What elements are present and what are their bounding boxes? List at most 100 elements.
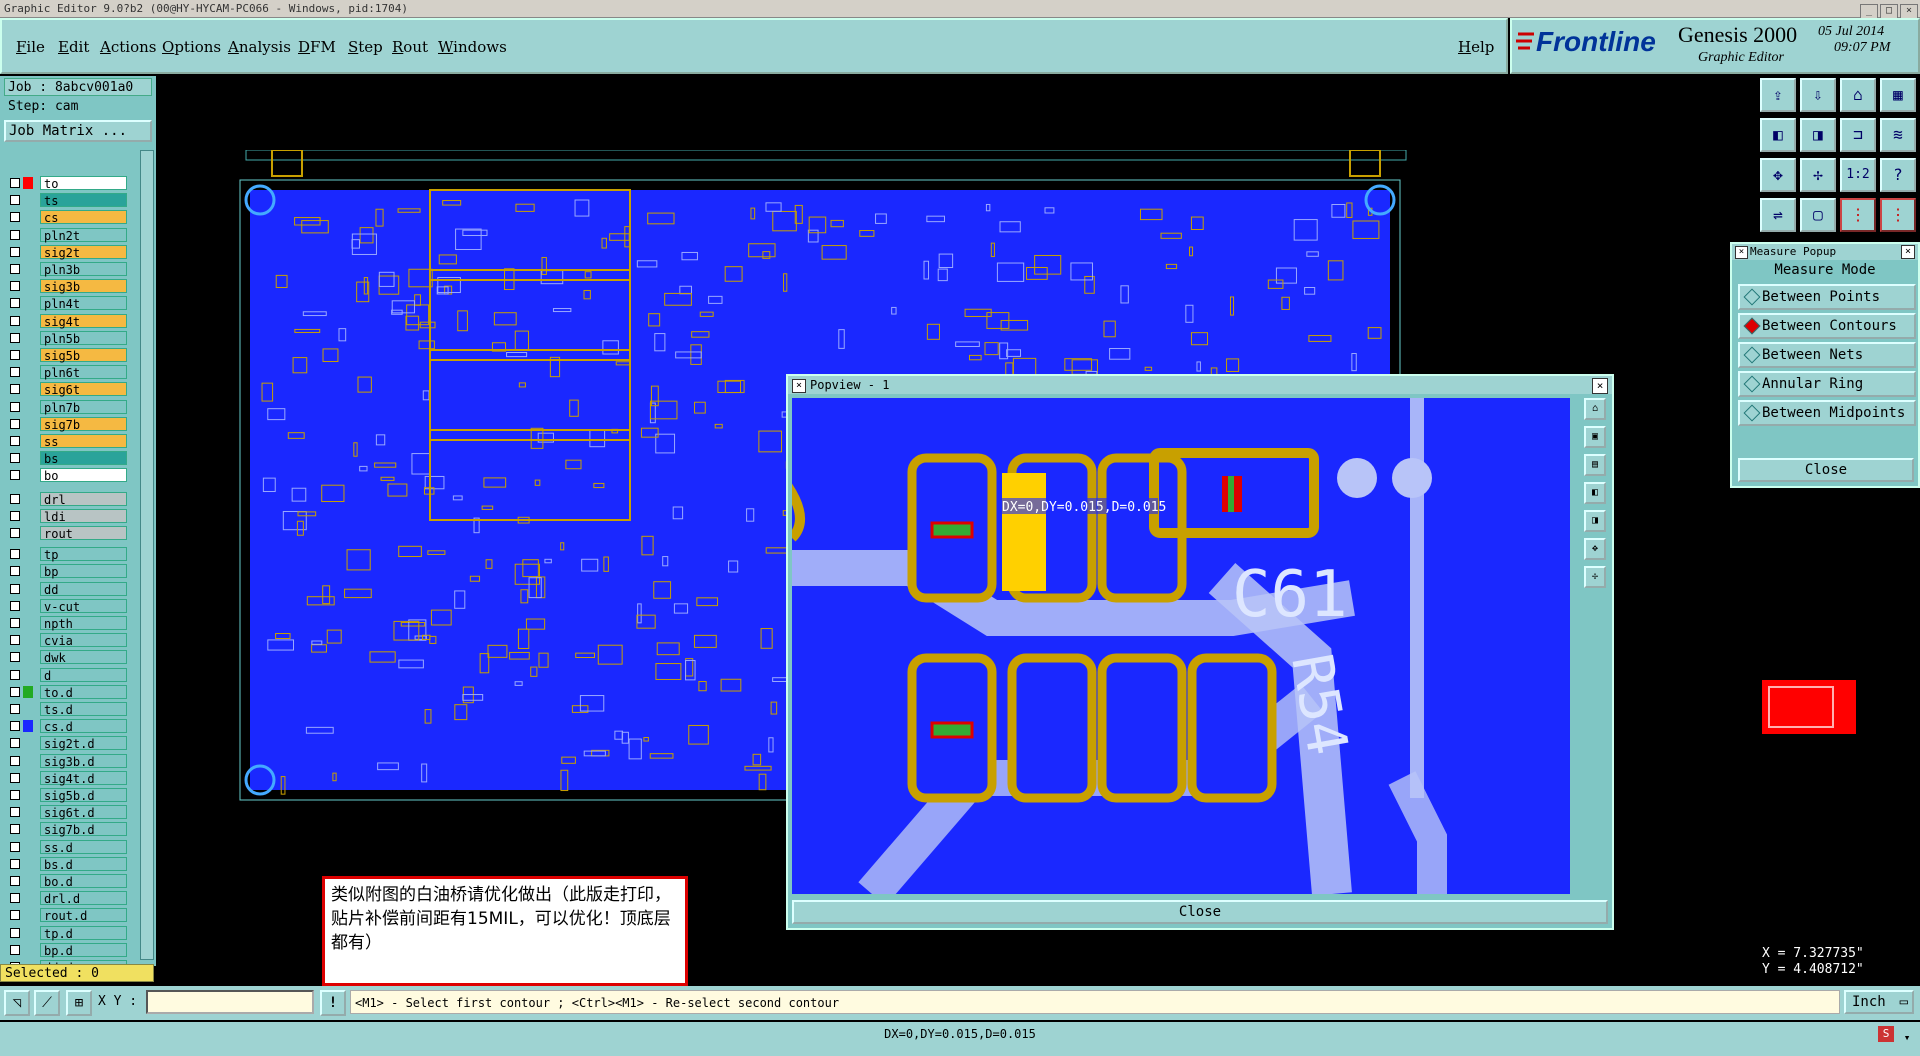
layer-row[interactable]: bs.d bbox=[6, 856, 127, 872]
measure-icon[interactable]: ⇌ bbox=[1760, 198, 1796, 232]
layer-row[interactable]: bo.d bbox=[6, 874, 127, 889]
layer-row[interactable]: rout.d bbox=[6, 908, 127, 923]
layer-checkbox[interactable] bbox=[10, 384, 20, 395]
layer-row[interactable]: sig2t bbox=[6, 244, 127, 260]
layer-checkbox[interactable] bbox=[10, 470, 20, 481]
measure-popup-close-button[interactable]: Close bbox=[1738, 458, 1914, 482]
menu-step[interactable]: Step bbox=[348, 38, 383, 56]
layer-checkbox[interactable] bbox=[10, 315, 20, 326]
layer-name[interactable]: cvia bbox=[40, 633, 127, 648]
layer-row[interactable]: pln3b bbox=[6, 262, 127, 277]
layer-name[interactable]: bo.d bbox=[40, 874, 127, 889]
layer-checkbox[interactable] bbox=[10, 418, 20, 429]
layer-color-swatch[interactable] bbox=[23, 263, 33, 275]
unit-selector[interactable]: Inch ▭ bbox=[1844, 990, 1914, 1014]
layer-row[interactable]: to.d bbox=[6, 684, 127, 700]
layer-name[interactable]: ss bbox=[40, 434, 127, 449]
layer-name[interactable]: bp.d bbox=[40, 942, 127, 958]
fit-icon[interactable]: ✥ bbox=[1584, 538, 1606, 560]
layer-checkbox[interactable] bbox=[10, 367, 20, 378]
layer-color-swatch[interactable] bbox=[23, 349, 33, 361]
open-icon[interactable]: ⇪ bbox=[1760, 78, 1796, 112]
layer-checkbox[interactable] bbox=[10, 566, 20, 577]
layer-color-swatch[interactable] bbox=[23, 634, 33, 646]
grid-icon[interactable]: ▦ bbox=[1880, 78, 1916, 112]
layer-name[interactable]: tp.d bbox=[40, 925, 127, 941]
layer-checkbox[interactable] bbox=[10, 635, 20, 646]
layer-color-swatch[interactable] bbox=[23, 927, 33, 939]
layer-name[interactable]: sig4t.d bbox=[40, 770, 127, 786]
layer-color-swatch[interactable] bbox=[23, 211, 33, 223]
layer-color-swatch[interactable] bbox=[23, 841, 33, 853]
layer-row[interactable]: sig2t.d bbox=[6, 736, 127, 751]
layer-checkbox[interactable] bbox=[10, 652, 20, 663]
snap-icon[interactable]: ⊐ bbox=[1840, 118, 1876, 152]
measure-option[interactable]: Annular Ring bbox=[1738, 371, 1916, 397]
layer-name[interactable]: sig5b.d bbox=[40, 788, 127, 803]
layer-name[interactable]: rout.d bbox=[40, 908, 127, 923]
layer-checkbox[interactable] bbox=[10, 528, 20, 538]
layer-color-swatch[interactable] bbox=[23, 875, 33, 887]
measure-option[interactable]: Between Midpoints bbox=[1738, 400, 1916, 426]
layer-checkbox[interactable] bbox=[10, 858, 20, 869]
layer-row[interactable]: bp bbox=[6, 564, 127, 579]
layer-row[interactable]: ldi bbox=[6, 508, 127, 524]
layer-color-swatch[interactable] bbox=[23, 177, 33, 189]
layer-row[interactable]: ss bbox=[6, 434, 127, 449]
layer-checkbox[interactable] bbox=[10, 600, 20, 611]
menu-actions[interactable]: Actions bbox=[100, 38, 156, 56]
layer-color-swatch[interactable] bbox=[23, 194, 33, 206]
measure-option[interactable]: Between Contours bbox=[1738, 313, 1916, 339]
layer-name[interactable]: sig4t bbox=[40, 313, 127, 329]
layer-row[interactable]: sig3b.d bbox=[6, 753, 127, 769]
layer-color-swatch[interactable] bbox=[23, 600, 33, 612]
layer-name[interactable]: sig3b bbox=[40, 279, 127, 294]
layer-row[interactable]: tp bbox=[6, 547, 127, 562]
app-tray-icon[interactable]: S bbox=[1878, 1026, 1894, 1042]
layer-row[interactable]: sig3b bbox=[6, 279, 127, 294]
layer-checkbox[interactable] bbox=[10, 772, 20, 783]
layer-row[interactable]: rout bbox=[6, 526, 127, 541]
layer-checkbox[interactable] bbox=[10, 755, 20, 766]
layer-name[interactable]: v-cut bbox=[40, 598, 127, 614]
layer-color-swatch[interactable] bbox=[23, 452, 33, 464]
layer-color-swatch[interactable] bbox=[23, 418, 33, 430]
layer-color-swatch[interactable] bbox=[23, 806, 33, 818]
layer-name[interactable]: bo bbox=[40, 468, 127, 483]
route-icon[interactable]: ≋ bbox=[1880, 118, 1916, 152]
layer-row[interactable]: npth bbox=[6, 616, 127, 631]
layer-name[interactable]: to bbox=[40, 176, 127, 191]
layer-color-swatch[interactable] bbox=[23, 823, 33, 835]
layer-color-swatch[interactable] bbox=[23, 332, 33, 344]
layer-color-swatch[interactable] bbox=[23, 617, 33, 629]
layer-checkbox[interactable] bbox=[10, 824, 20, 835]
layer-name[interactable]: pln7b bbox=[40, 399, 127, 415]
layer-checkbox[interactable] bbox=[10, 738, 20, 749]
layer-checkbox[interactable] bbox=[10, 944, 20, 955]
select-tool-icon[interactable]: ◹ bbox=[4, 990, 30, 1016]
zoom-in-icon[interactable]: ▣ bbox=[1584, 426, 1606, 448]
layer-list-scrollbar[interactable] bbox=[140, 150, 154, 960]
measure-option[interactable]: Between Nets bbox=[1738, 342, 1916, 368]
layer-name[interactable]: bs bbox=[40, 451, 127, 466]
layer-checkbox[interactable] bbox=[10, 893, 20, 904]
layer-checkbox[interactable] bbox=[10, 229, 20, 240]
layer-row[interactable]: drl.d bbox=[6, 891, 127, 906]
job-matrix-button[interactable]: Job Matrix ... bbox=[4, 120, 152, 142]
layer-name[interactable]: rout bbox=[40, 526, 127, 541]
close-icon[interactable]: × bbox=[1592, 378, 1608, 394]
layer-checkbox[interactable] bbox=[10, 910, 20, 921]
layer-row[interactable]: sig5b.d bbox=[6, 788, 127, 803]
layer-row[interactable]: sig7b.d bbox=[6, 822, 127, 837]
layer-color-swatch[interactable] bbox=[23, 720, 33, 733]
layer-checkbox[interactable] bbox=[10, 583, 20, 594]
layer-name[interactable]: drl.d bbox=[40, 891, 127, 906]
layer-row[interactable]: dwk bbox=[6, 650, 127, 665]
warning-icon[interactable]: ! bbox=[320, 990, 346, 1016]
layer-color-swatch[interactable] bbox=[23, 527, 33, 539]
layer-color-swatch[interactable] bbox=[23, 737, 33, 749]
layer-checkbox[interactable] bbox=[10, 807, 20, 818]
layer-checkbox[interactable] bbox=[10, 212, 20, 223]
layer-row[interactable]: ts bbox=[6, 193, 127, 208]
layer-color-swatch[interactable] bbox=[23, 651, 33, 663]
